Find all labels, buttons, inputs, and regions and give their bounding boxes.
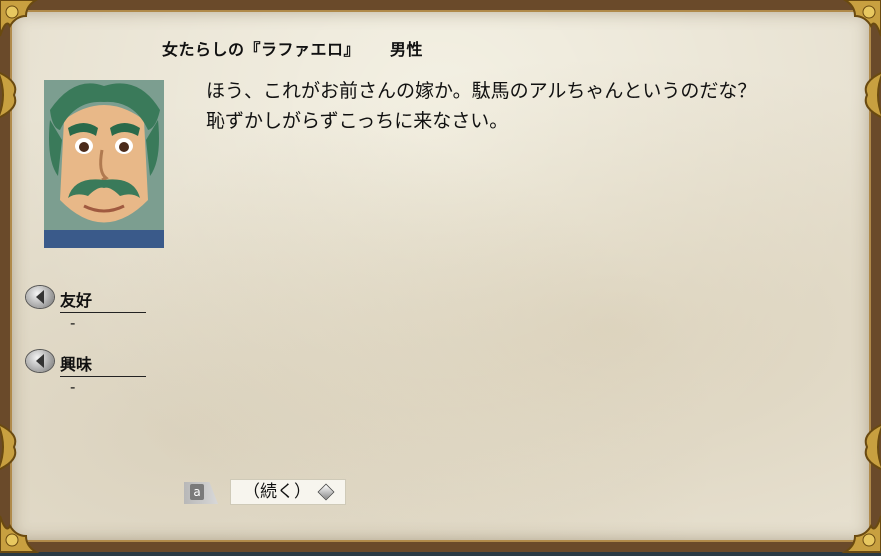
- speaker-name: 女たらしの『ラファエロ』: [162, 40, 360, 59]
- stat-value: -: [70, 314, 75, 332]
- stat-label: 友好: [60, 287, 146, 313]
- diamond-icon: [319, 485, 333, 499]
- side-ornament-icon: [0, 420, 30, 474]
- side-ornament-icon: [0, 68, 30, 122]
- dialog-line: 恥ずかしがらずこっちに来なさい。: [206, 106, 826, 136]
- side-ornament-icon: [851, 68, 881, 122]
- continue-button[interactable]: （続く）: [230, 479, 346, 505]
- side-ornament-icon: [851, 420, 881, 474]
- corner-ornament-icon: [815, 486, 881, 556]
- dialog-text: ほう、これがお前さんの嫁か。駄馬のアルちゃんというのだな？ 恥ずかしがらずこっち…: [206, 76, 826, 136]
- hotkey-label: a: [190, 484, 204, 500]
- dialog-line: ほう、これがお前さんの嫁か。駄馬のアルちゃんというのだな？: [206, 76, 826, 106]
- stat-arrow-icon: [26, 286, 54, 308]
- stat-label: 興味: [60, 351, 146, 377]
- continue-label: （続く）: [243, 482, 311, 502]
- npc-portrait: [44, 80, 164, 248]
- speaker-gender: 男性: [390, 40, 423, 59]
- stat-value: -: [70, 378, 75, 396]
- speaker-header: 女たらしの『ラファエロ』 男性: [162, 36, 423, 60]
- corner-ornament-icon: [815, 0, 881, 66]
- stat-arrow-icon: [26, 350, 54, 372]
- corner-ornament-icon: [0, 0, 66, 66]
- corner-ornament-icon: [0, 486, 66, 556]
